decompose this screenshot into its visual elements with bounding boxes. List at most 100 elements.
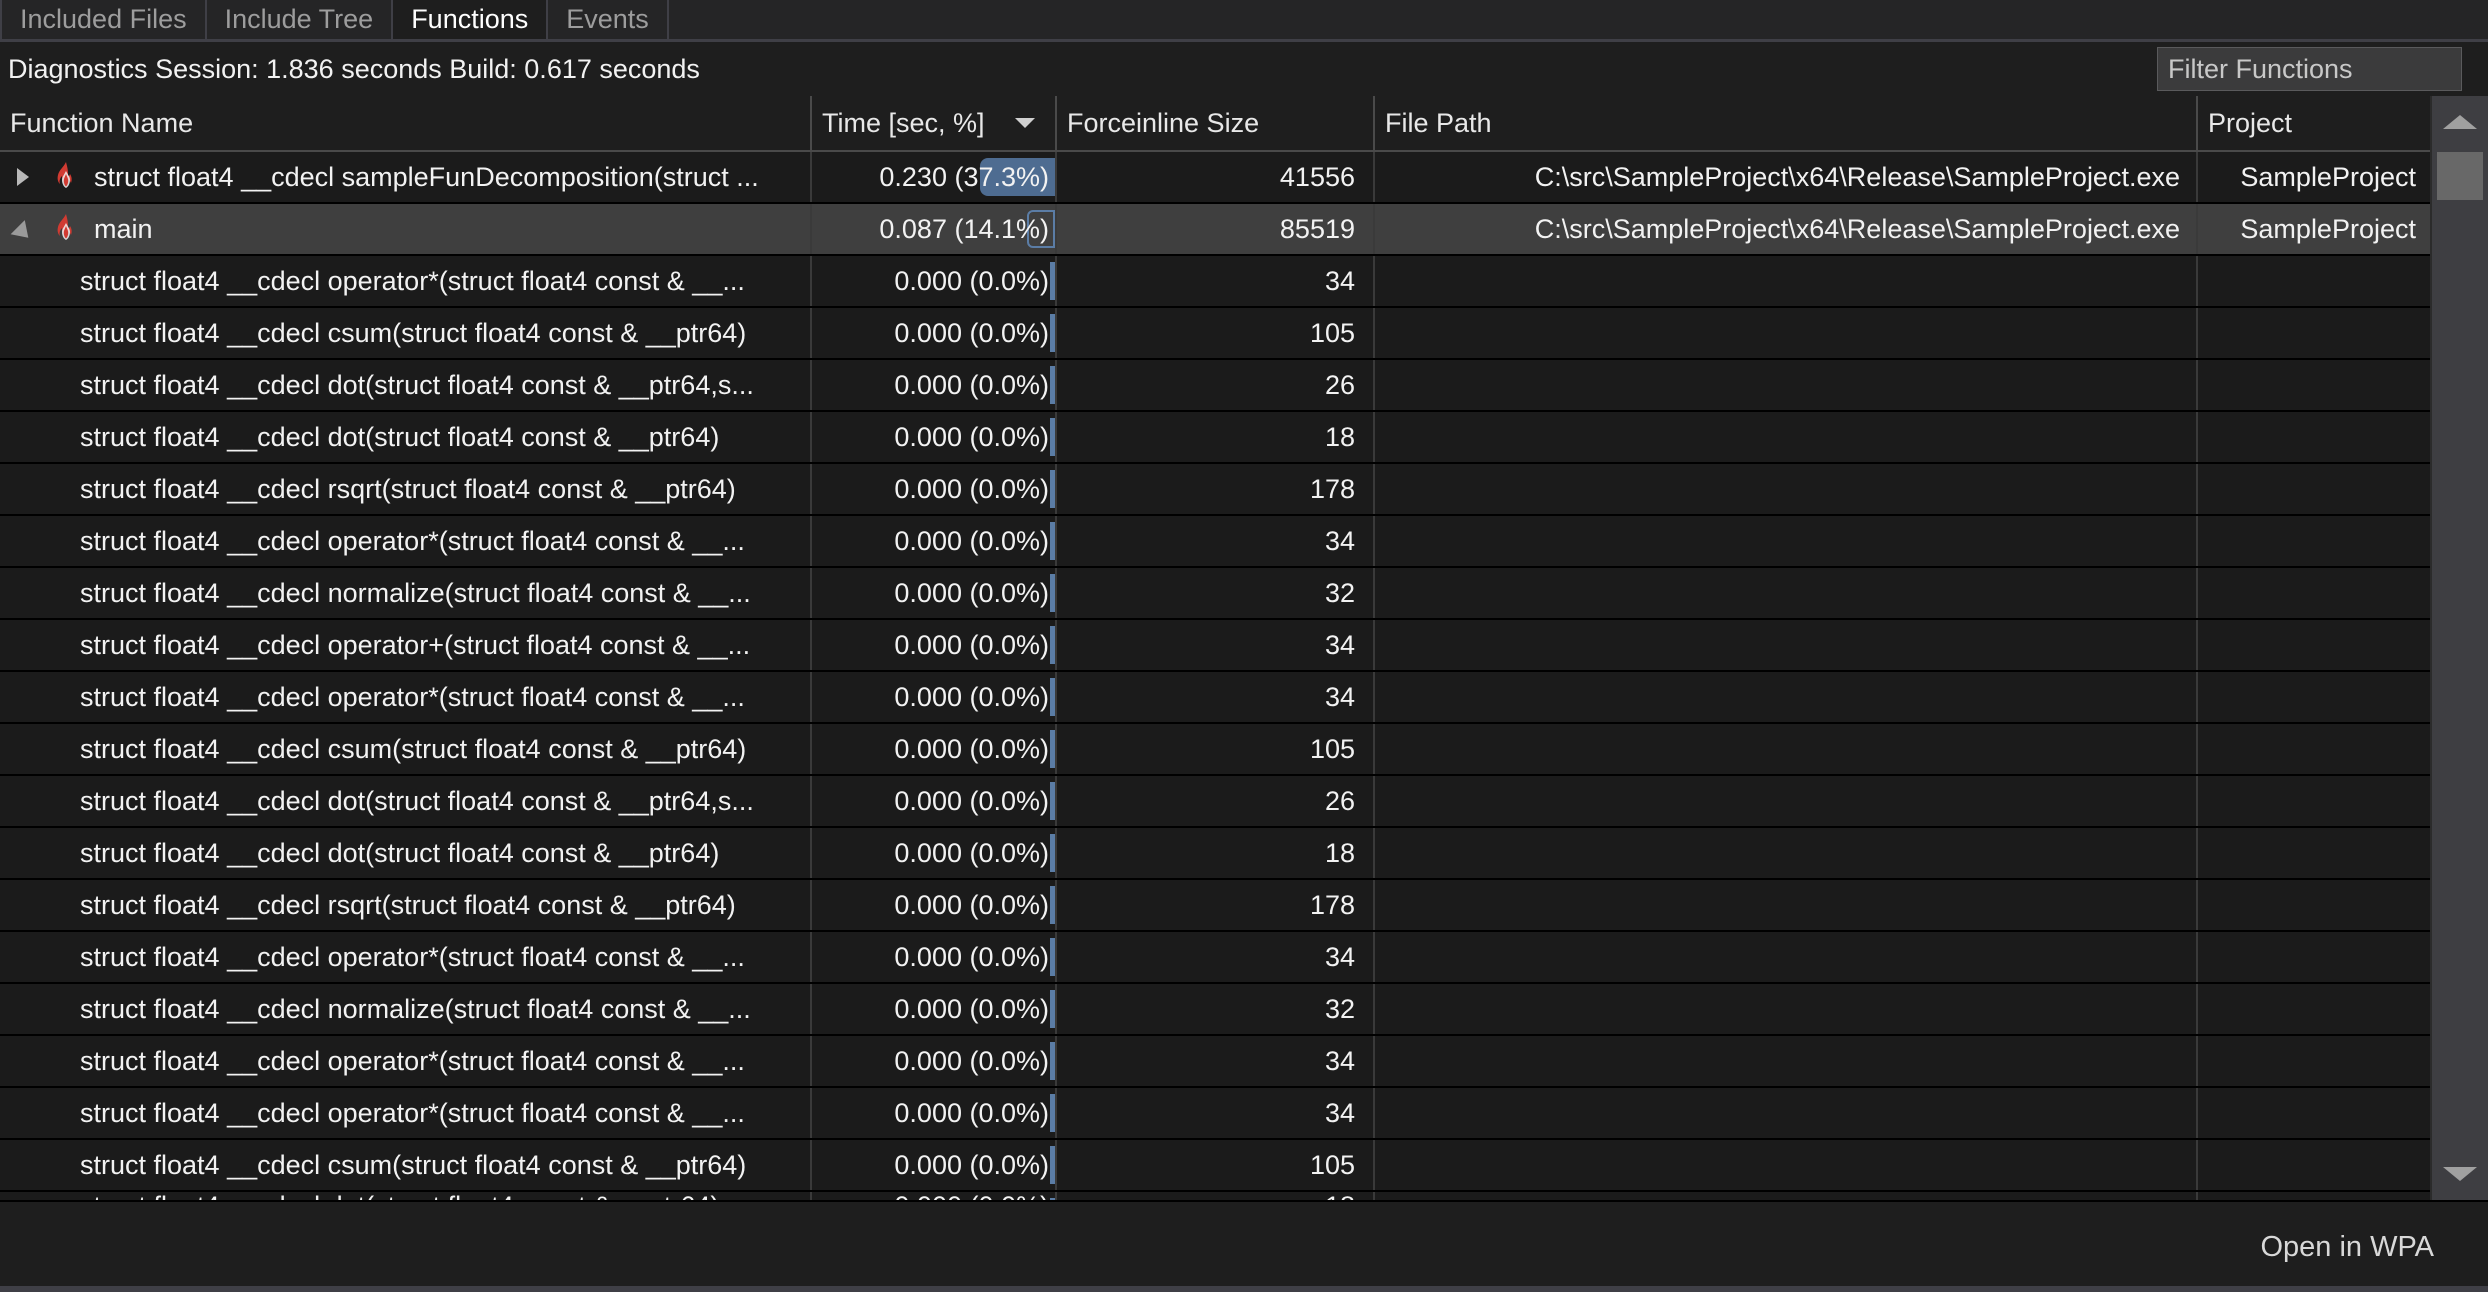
table-row[interactable]: struct float4 __cdecl operator*(struct f… <box>0 256 2430 308</box>
column-header-file-path[interactable]: File Path <box>1375 96 2198 150</box>
cell-function-name: struct float4 __cdecl operator*(struct f… <box>0 672 812 722</box>
column-header-forceinline-size-label: Forceinline Size <box>1067 107 1260 138</box>
table-row[interactable]: struct float4 __cdecl dot(struct float4 … <box>0 412 2430 464</box>
cell-forceinline-size: 178 <box>1057 464 1375 514</box>
cell-forceinline-size: 26 <box>1057 776 1375 826</box>
cell-file-path <box>1375 464 2198 514</box>
diagnostics-summary-text: Diagnostics Session: 1.836 seconds Build… <box>8 53 700 84</box>
forceinline-size-label: 34 <box>1324 1045 1355 1076</box>
cell-file-path <box>1375 568 2198 618</box>
cell-forceinline-size: 34 <box>1057 932 1375 982</box>
filter-functions-input[interactable]: Filter Functions <box>2157 47 2462 91</box>
cell-time: 0.000 (0.0%) <box>812 724 1057 774</box>
time-value-label: 0.000 (0.0%) <box>894 629 1049 660</box>
cell-file-path <box>1375 984 2198 1034</box>
table-row[interactable]: struct float4 __cdecl operator*(struct f… <box>0 1088 2430 1140</box>
table-row[interactable]: struct float4 __cdecl rsqrt(struct float… <box>0 464 2430 516</box>
table-row[interactable]: struct float4 __cdecl normalize(struct f… <box>0 984 2430 1036</box>
cell-function-name: struct float4 __cdecl operator+(struct f… <box>0 620 812 670</box>
forceinline-size-label: 105 <box>1309 733 1355 764</box>
cell-time: 0.230 (37.3%) <box>812 152 1057 202</box>
table-row[interactable]: struct float4 __cdecl dot(struct float4 … <box>0 1192 2430 1200</box>
cell-project <box>2198 568 2430 618</box>
column-header-project[interactable]: Project <box>2198 96 2430 150</box>
flame-icon <box>46 213 86 245</box>
tab-events[interactable]: Events <box>548 0 669 39</box>
vertical-scrollbar-thumb[interactable] <box>2437 152 2483 200</box>
cell-file-path <box>1375 412 2198 462</box>
scroll-down-button[interactable] <box>2431 1148 2488 1200</box>
tab-label: Include Tree <box>224 4 374 34</box>
forceinline-size-label: 26 <box>1324 785 1355 816</box>
cell-function-name: struct float4 __cdecl dot(struct float4 … <box>0 1192 812 1200</box>
function-name-label: struct float4 __cdecl rsqrt(struct float… <box>80 889 736 920</box>
cell-function-name: struct float4 __cdecl dot(struct float4 … <box>0 360 812 410</box>
cell-project <box>2198 724 2430 774</box>
table-row[interactable]: struct float4 __cdecl operator*(struct f… <box>0 672 2430 724</box>
cell-function-name: struct float4 __cdecl operator*(struct f… <box>0 256 812 306</box>
tab-label: Functions <box>411 4 529 34</box>
scroll-up-button[interactable] <box>2431 96 2488 148</box>
vertical-scrollbar[interactable] <box>2430 96 2488 1200</box>
table-row[interactable]: struct float4 __cdecl csum(struct float4… <box>0 724 2430 776</box>
cell-time: 0.000 (0.0%) <box>812 776 1057 826</box>
table-row[interactable]: struct float4 __cdecl normalize(struct f… <box>0 568 2430 620</box>
forceinline-size-label: 105 <box>1309 317 1355 348</box>
column-header-function-name[interactable]: Function Name <box>0 96 812 150</box>
function-name-label: struct float4 __cdecl operator*(struct f… <box>80 1045 745 1076</box>
table-row[interactable]: main 0.087 (14.1%) 85519 C:\src\SampleProje… <box>0 204 2430 256</box>
cell-time: 0.000 (0.0%) <box>812 984 1057 1034</box>
table-row[interactable]: struct float4 __cdecl csum(struct float4… <box>0 308 2430 360</box>
time-value-label: 0.000 (0.0%) <box>894 369 1049 400</box>
cell-forceinline-size: 32 <box>1057 568 1375 618</box>
cell-forceinline-size: 32 <box>1057 984 1375 1034</box>
tab-functions[interactable]: Functions <box>393 0 549 39</box>
table-row[interactable]: struct float4 __cdecl csum(struct float4… <box>0 1140 2430 1192</box>
table-row[interactable]: struct float4 __cdecl sampleFunDecomposi… <box>0 152 2430 204</box>
column-header-forceinline-size[interactable]: Forceinline Size <box>1057 96 1375 150</box>
cell-file-path <box>1375 1140 2198 1190</box>
tab-label: Included Files <box>20 4 187 34</box>
open-in-wpa-link[interactable]: Open in WPA <box>2260 1231 2434 1264</box>
footer-bar: Open in WPA <box>0 1200 2488 1292</box>
cell-project <box>2198 932 2430 982</box>
scroll-down-icon <box>2443 1167 2477 1181</box>
cell-file-path <box>1375 828 2198 878</box>
cell-time: 0.000 (0.0%) <box>812 1140 1057 1190</box>
table-row[interactable]: struct float4 __cdecl rsqrt(struct float… <box>0 880 2430 932</box>
cell-time: 0.000 (0.0%) <box>812 516 1057 566</box>
cell-forceinline-size: 34 <box>1057 620 1375 670</box>
table-row[interactable]: struct float4 __cdecl dot(struct float4 … <box>0 360 2430 412</box>
cell-file-path <box>1375 308 2198 358</box>
vertical-scrollbar-track[interactable] <box>2431 148 2488 1148</box>
forceinline-size-label: 34 <box>1324 1097 1355 1128</box>
tab-include-tree[interactable]: Include Tree <box>206 0 394 39</box>
table-row[interactable]: struct float4 __cdecl operator+(struct f… <box>0 620 2430 672</box>
column-header-time[interactable]: Time [sec, %] <box>812 96 1057 150</box>
function-name-label: struct float4 __cdecl operator*(struct f… <box>80 681 745 712</box>
forceinline-size-label: 32 <box>1324 993 1355 1024</box>
forceinline-size-label: 34 <box>1324 629 1355 660</box>
cell-time: 0.000 (0.0%) <box>812 1088 1057 1138</box>
cell-forceinline-size: 34 <box>1057 256 1375 306</box>
time-value-label: 0.000 (0.0%) <box>894 265 1049 296</box>
time-value-label: 0.000 (0.0%) <box>894 577 1049 608</box>
expand-collapse-chevron-right-icon[interactable] <box>0 168 46 186</box>
table-row[interactable]: struct float4 __cdecl dot(struct float4 … <box>0 828 2430 880</box>
function-name-label: struct float4 __cdecl operator*(struct f… <box>80 1097 745 1128</box>
project-label: SampleProject <box>2240 161 2416 192</box>
tab-included-files[interactable]: Included Files <box>0 0 207 39</box>
file-path-label: C:\src\SampleProject\x64\Release\SampleP… <box>1534 161 2180 192</box>
functions-grid: Function Name Time [sec, %] Forceinline … <box>0 96 2488 1200</box>
cell-forceinline-size: 34 <box>1057 1088 1375 1138</box>
table-row[interactable]: struct float4 __cdecl operator*(struct f… <box>0 516 2430 568</box>
cell-time: 0.000 (0.0%) <box>812 464 1057 514</box>
column-header-project-label: Project <box>2208 107 2293 138</box>
table-row[interactable]: struct float4 __cdecl operator*(struct f… <box>0 1036 2430 1088</box>
function-name-label: struct float4 __cdecl dot(struct float4 … <box>80 369 754 400</box>
cell-file-path <box>1375 672 2198 722</box>
table-row[interactable]: struct float4 __cdecl dot(struct float4 … <box>0 776 2430 828</box>
table-row[interactable]: struct float4 __cdecl operator*(struct f… <box>0 932 2430 984</box>
expand-collapse-chevron-down-icon[interactable] <box>0 219 46 245</box>
cell-project <box>2198 984 2430 1034</box>
